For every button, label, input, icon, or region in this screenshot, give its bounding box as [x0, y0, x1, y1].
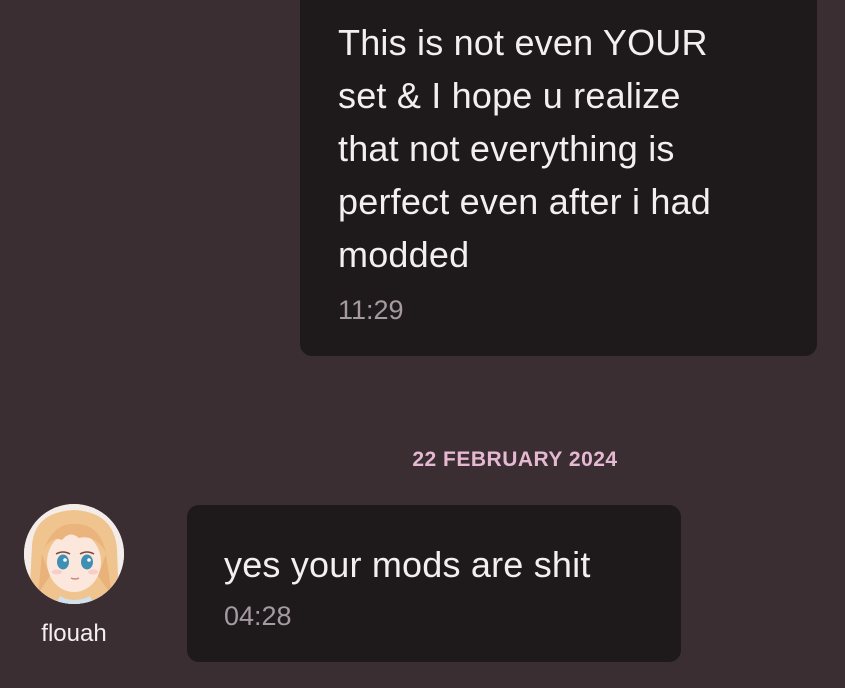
incoming-message-timestamp: 04:28	[224, 601, 292, 631]
message-line: that not everything is	[338, 128, 675, 169]
message-line: perfect even after i had	[338, 181, 712, 222]
avatar[interactable]	[24, 504, 124, 604]
message-line: This is not even YOUR	[338, 22, 708, 63]
avatar-image	[24, 504, 124, 604]
message-line: modded	[338, 234, 470, 275]
incoming-message-text: yes your mods are shit	[224, 544, 591, 585]
message-line: set & I hope u realize	[338, 75, 681, 116]
outgoing-message-timestamp: 11:29	[338, 295, 404, 325]
outgoing-message-bubble[interactable]: This is not even YOUR set & I hope u rea…	[300, 0, 817, 356]
sender-username[interactable]: flouah	[0, 620, 148, 648]
incoming-message-bubble[interactable]: yes your mods are shit 04:28	[187, 505, 681, 662]
outgoing-message-text: This is not even YOUR set & I hope u rea…	[338, 16, 779, 281]
date-separator: 22 FEBRUARY 2024	[412, 448, 618, 471]
